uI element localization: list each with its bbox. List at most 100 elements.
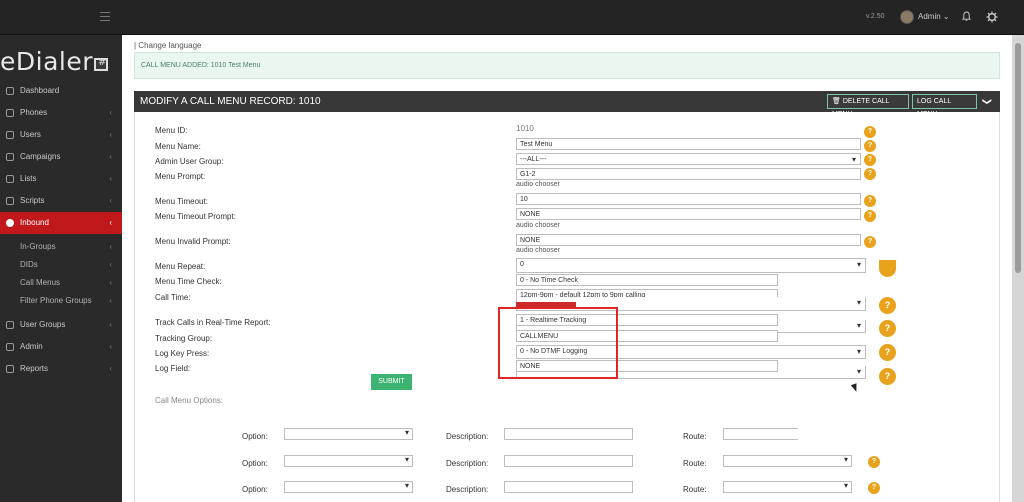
help-icon[interactable]: ? — [879, 368, 896, 385]
description-input[interactable] — [504, 428, 633, 440]
phone-icon — [6, 109, 14, 117]
menu-name-input[interactable]: Test Menu — [516, 138, 861, 150]
menu-prompt-input[interactable]: G1-2 — [516, 168, 861, 180]
audio-chooser-link[interactable]: audio chooser — [516, 222, 560, 229]
gear-icon[interactable] — [986, 11, 998, 23]
success-alert: CALL MENU ADDED: 1010 Test Menu — [134, 52, 1000, 79]
route-select[interactable] — [723, 455, 852, 467]
tracking-group-label: Tracking Group: — [155, 334, 213, 343]
option-label: Option: — [242, 432, 268, 441]
menu-timeout-input[interactable]: 10 — [516, 193, 861, 205]
menu-invalid-prompt-input[interactable]: NONE — [516, 234, 861, 246]
menu-repeat-select[interactable]: 0 — [516, 258, 866, 273]
top-bar: v.2.50 Admin ⌄ — [0, 0, 1024, 35]
sidebar-item-label: Scripts — [20, 196, 45, 205]
sidebar-item-label: In-Groups — [20, 242, 56, 251]
call-menu-options-title: Call Menu Options: — [155, 396, 224, 405]
sidebar-item-user-groups[interactable]: User Groups ‹ — [0, 314, 122, 336]
report-icon — [6, 365, 14, 373]
sidebar-subitem-call-menus[interactable]: Call Menus ‹ — [0, 274, 122, 292]
route-select[interactable] — [723, 428, 798, 440]
sidebar-item-label: Inbound — [20, 218, 49, 227]
admin-user-menu[interactable]: Admin ⌄ — [918, 12, 950, 21]
sidebar-item-label: Phones — [20, 108, 48, 117]
scrollbar-thumb[interactable] — [1015, 43, 1021, 273]
sidebar-item-campaigns[interactable]: Campaigns ‹ — [0, 146, 122, 168]
help-icon[interactable]: ? — [864, 210, 876, 222]
sidebar-item-inbound[interactable]: Inbound ‹ — [0, 212, 122, 234]
log-call-menu-button[interactable]: LOG CALL MENU — [912, 94, 977, 118]
sidebar-item-label: Reports — [20, 364, 49, 373]
menu-timeout-prompt-label: Menu Timeout Prompt: — [155, 212, 236, 221]
app: v.2.50 Admin ⌄ eDialer Dashboard Phones ‹… — [0, 0, 1024, 502]
sidebar-item-lists[interactable]: Lists ‹ — [0, 168, 122, 190]
panel-header: MODIFY A CALL MENU RECORD: 1010 🗑 DELETE… — [134, 91, 1000, 118]
menu-name-label: Menu Name: — [155, 142, 201, 151]
menu-timeout-prompt-input[interactable]: NONE — [516, 208, 861, 220]
menu-timeout-label: Menu Timeout: — [155, 197, 208, 206]
menu-icon[interactable] — [100, 12, 110, 22]
route-select[interactable] — [723, 481, 852, 493]
logo-text: eDialer — [0, 47, 94, 76]
sidebar-item-label: Dashboard — [20, 86, 60, 95]
description-label: Description: — [446, 485, 489, 494]
help-icon[interactable]: ? — [868, 456, 880, 468]
chevron-left-icon: ‹ — [109, 174, 112, 183]
description-input[interactable] — [504, 481, 633, 493]
bell-icon[interactable] — [962, 11, 971, 22]
help-icon[interactable]: ? — [879, 297, 896, 314]
sidebar-subitem-in-groups[interactable]: In-Groups ‹ — [0, 238, 122, 256]
help-icon[interactable]: ? — [868, 482, 880, 494]
menu-invalid-prompt-label: Menu Invalid Prompt: — [155, 237, 231, 246]
help-icon[interactable]: ? — [864, 140, 876, 152]
delete-call-menu-button[interactable]: 🗑 DELETE CALL MENU — [827, 94, 909, 118]
sidebar-nav: Dashboard Phones ‹ Users ‹ Campaigns ‹ List… — [0, 80, 122, 380]
log-field-label: Log Field: — [155, 364, 191, 373]
home-icon — [6, 87, 14, 95]
sidebar-item-label: Users — [20, 130, 41, 139]
submit-button[interactable]: SUBMIT — [371, 374, 412, 390]
sidebar-item-admin[interactable]: Admin ‹ — [0, 336, 122, 358]
panel-body: Menu ID: 1010 ? Menu Name: Test Menu ? A… — [134, 112, 1000, 502]
sidebar-item-scripts[interactable]: Scripts ‹ — [0, 190, 122, 212]
menu-repeat-label: Menu Repeat: — [155, 262, 206, 271]
option-select[interactable] — [284, 428, 413, 440]
help-icon[interactable]: ? — [879, 344, 896, 361]
change-language-link[interactable]: | Change language — [134, 41, 201, 50]
description-label: Description: — [446, 459, 489, 468]
sidebar-item-phones[interactable]: Phones ‹ — [0, 102, 122, 124]
sidebar-item-reports[interactable]: Reports ‹ — [0, 358, 122, 380]
call-time-label: Call Time: — [155, 293, 191, 302]
audio-chooser-link[interactable]: audio chooser — [516, 247, 560, 254]
option-select[interactable] — [284, 455, 413, 467]
menu-time-check-select[interactable]: 0 - No Time Check — [516, 274, 778, 286]
audio-chooser-link[interactable]: audio chooser — [516, 181, 560, 188]
help-icon[interactable] — [879, 260, 896, 277]
sidebar-item-dashboard[interactable]: Dashboard — [0, 80, 122, 102]
chevron-left-icon: ‹ — [109, 130, 112, 139]
help-icon[interactable]: ? — [864, 154, 876, 166]
scrollbar[interactable] — [1012, 35, 1024, 502]
chevron-left-icon: ‹ — [109, 296, 112, 305]
sidebar-subitem-dids[interactable]: DIDs ‹ — [0, 256, 122, 274]
avatar[interactable] — [900, 10, 914, 24]
mouse-cursor-icon — [850, 383, 860, 393]
help-icon[interactable]: ? — [864, 126, 876, 138]
log-key-press-label: Log Key Press: — [155, 349, 210, 358]
description-input[interactable] — [504, 455, 633, 467]
logo-mark — [94, 57, 109, 71]
menu-prompt-label: Menu Prompt: — [155, 172, 206, 181]
sidebar-item-users[interactable]: Users ‹ — [0, 124, 122, 146]
admin-user-group-select[interactable]: ---ALL--- — [516, 153, 861, 165]
chevron-down-icon: ‹ — [109, 218, 112, 227]
help-icon[interactable]: ? — [864, 236, 876, 248]
users-icon — [6, 321, 14, 329]
sidebar-subitem-filter-phone-groups[interactable]: Filter Phone Groups ‹ — [0, 292, 122, 310]
sidebar: eDialer Dashboard Phones ‹ Users ‹ Campaig… — [0, 35, 122, 502]
help-icon[interactable]: ? — [879, 320, 896, 337]
help-icon[interactable]: ? — [864, 195, 876, 207]
option-select[interactable] — [284, 481, 413, 493]
help-icon[interactable]: ? — [864, 168, 876, 180]
route-label: Route: — [683, 485, 707, 494]
collapse-icon[interactable]: ❯ — [981, 98, 992, 106]
